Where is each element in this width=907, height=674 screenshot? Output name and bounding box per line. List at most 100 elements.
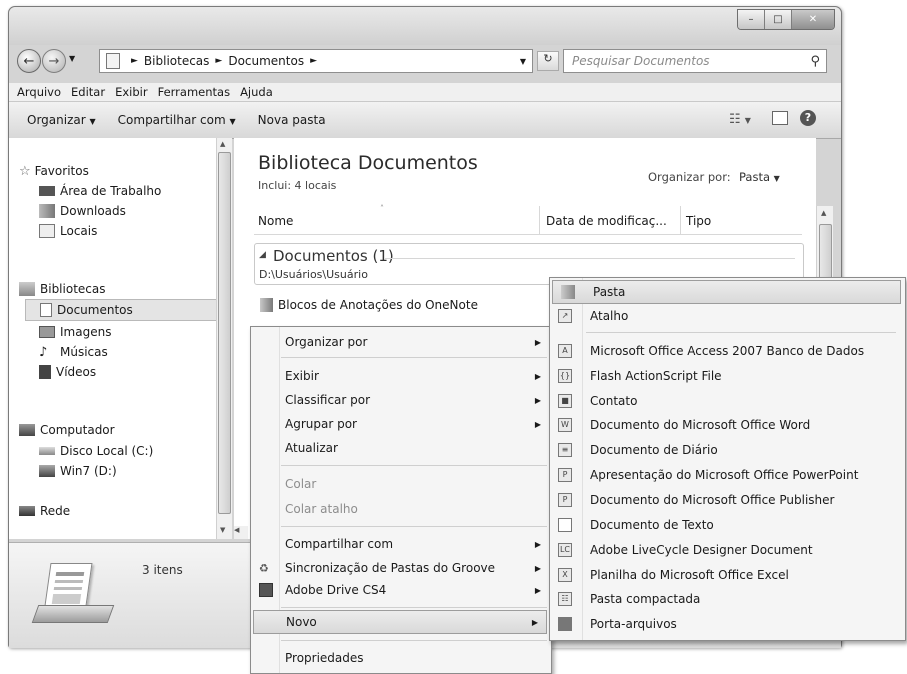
menu-exibir[interactable]: Exibir [115, 85, 148, 99]
file-row-onenote[interactable]: Blocos de Anotações do OneNote [260, 298, 478, 312]
menu-ferramentas[interactable]: Ferramentas [158, 85, 230, 99]
scroll-up-icon[interactable]: ▲ [220, 140, 225, 148]
column-header-date[interactable]: Data de modificaç... [546, 214, 667, 228]
maximize-button[interactable]: □ [765, 10, 792, 29]
minimize-button[interactable]: – [738, 10, 765, 29]
column-divider[interactable] [539, 206, 540, 234]
sidebar-network[interactable]: Rede [19, 500, 225, 522]
journal-icon: ≡ [558, 443, 572, 457]
back-button[interactable]: ← [17, 49, 41, 73]
document-preview-base [31, 605, 115, 623]
new-shortcut-item[interactable]: ↗ Atalho [550, 304, 903, 328]
scroll-left-icon[interactable]: ◀ [234, 526, 248, 539]
sidebar-item-disk-d[interactable]: Win7 (D:) [39, 460, 245, 482]
preview-pane-icon[interactable] [772, 111, 788, 125]
breadcrumb-documentos[interactable]: Documentos [228, 54, 304, 68]
menu-item-label: Pasta compactada [590, 592, 701, 606]
collapse-arrow-icon[interactable]: ◢ [259, 250, 266, 260]
sidebar-item-musicas[interactable]: ♪ Músicas [39, 341, 245, 363]
sidebar-item-desktop[interactable]: Área de Trabalho [39, 180, 245, 202]
menu-ajuda[interactable]: Ajuda [240, 85, 273, 99]
sidebar-computer[interactable]: Computador [19, 419, 225, 441]
new-contact-item[interactable]: ■ Contato [550, 389, 903, 413]
menu-item-view[interactable]: Exibir ▶ [251, 364, 549, 388]
sidebar-item-videos[interactable]: Vídeos [39, 361, 245, 383]
recent-pages-dropdown[interactable]: ▼ [69, 54, 75, 63]
zip-folder-icon: ☷ [558, 592, 572, 606]
menu-item-label: Compartilhar com [285, 537, 394, 551]
sidebar-label: Vídeos [56, 365, 97, 379]
sidebar-label: Imagens [60, 325, 112, 339]
new-excel-item[interactable]: X Planilha do Microsoft Office Excel [550, 563, 903, 587]
address-bar[interactable]: ► Bibliotecas ► Documentos ► ▼ [99, 49, 533, 73]
menu-item-paste-shortcut[interactable]: Colar atalho [251, 497, 549, 521]
menu-item-label: Colar atalho [285, 502, 358, 516]
nav-scrollbar-thumb[interactable] [218, 152, 231, 514]
new-publisher-item[interactable]: P Documento do Microsoft Office Publisher [550, 488, 903, 512]
sidebar-item-downloads[interactable]: Downloads [39, 200, 245, 222]
new-actionscript-item[interactable]: {} Flash ActionScript File [550, 364, 903, 388]
new-journal-document-item[interactable]: ≡ Documento de Diário [550, 438, 903, 462]
menu-item-properties[interactable]: Propriedades [251, 646, 549, 670]
menu-item-refresh[interactable]: Atualizar [251, 436, 549, 460]
new-briefcase-item[interactable]: Porta-arquivos [550, 612, 903, 636]
sidebar-item-locais[interactable]: Locais [39, 220, 245, 242]
contact-icon: ■ [558, 394, 572, 408]
menu-item-share-with[interactable]: Compartilhar com ▶ [251, 532, 549, 556]
breadcrumb-arrow-icon: ► [215, 56, 223, 66]
forward-button[interactable]: → [42, 49, 66, 73]
sidebar-label: Downloads [60, 204, 126, 218]
sidebar-item-imagens[interactable]: Imagens [39, 321, 245, 343]
menu-item-organize-by[interactable]: Organizar por ▶ [251, 330, 549, 354]
sidebar-label: Win7 (D:) [60, 464, 117, 478]
menu-editar[interactable]: Editar [71, 85, 105, 99]
new-livecycle-item[interactable]: LC Adobe LiveCycle Designer Document [550, 538, 903, 562]
menu-item-paste[interactable]: Colar [251, 472, 549, 496]
share-label: Compartilhar com [117, 113, 226, 127]
new-word-document-item[interactable]: W Documento do Microsoft Office Word [550, 413, 903, 437]
adobe-drive-icon [259, 583, 273, 597]
search-input[interactable]: Pesquisar Documentos ⚲ [563, 49, 827, 73]
menu-item-groove-sync[interactable]: ♻ Sincronização de Pastas do Groove ▶ [251, 556, 549, 580]
scroll-down-icon[interactable]: ▼ [220, 526, 225, 534]
submenu-arrow-icon: ▶ [534, 563, 541, 573]
sidebar-libraries[interactable]: Bibliotecas [19, 278, 225, 300]
chevron-down-icon: ▼ [773, 174, 780, 183]
scroll-up-icon[interactable]: ▲ [821, 209, 826, 217]
library-locations-link[interactable]: Inclui: 4 locais [258, 179, 336, 192]
close-button[interactable]: ✕ [792, 10, 834, 29]
menu-item-new[interactable]: Novo ▶ [253, 610, 547, 634]
menu-item-label: Porta-arquivos [590, 617, 677, 631]
view-options-icon[interactable]: ☷ ▼ [729, 112, 751, 127]
column-header-name[interactable]: Nome [258, 214, 293, 228]
arrange-by-dropdown[interactable]: Pasta ▼ [739, 170, 780, 184]
menu-arquivo[interactable]: Arquivo [17, 85, 61, 99]
help-icon[interactable]: ? [800, 110, 816, 126]
menu-item-label: Adobe Drive CS4 [285, 583, 387, 597]
nav-scrollbar[interactable]: ▲ ▼ [216, 138, 232, 539]
new-folder-item[interactable]: Pasta [552, 280, 901, 304]
text-file-icon [558, 518, 572, 532]
menu-item-sort-by[interactable]: Classificar por ▶ [251, 388, 549, 412]
sidebar-item-disk-c[interactable]: Disco Local (C:) [39, 440, 245, 462]
column-header-type[interactable]: Tipo [686, 214, 711, 228]
menu-item-group-by[interactable]: Agrupar por ▶ [251, 412, 549, 436]
sort-ascending-icon: ˄ [380, 204, 384, 213]
search-icon[interactable]: ⚲ [810, 54, 820, 69]
new-powerpoint-item[interactable]: P Apresentação do Microsoft Office PowerP… [550, 463, 903, 487]
new-zip-folder-item[interactable]: ☷ Pasta compactada [550, 587, 903, 611]
share-button[interactable]: Compartilhar com ▼ [118, 113, 236, 127]
sidebar-favorites[interactable]: ☆ Favoritos [19, 160, 225, 182]
new-folder-button[interactable]: Nova pasta [258, 113, 326, 127]
menu-item-adobe-drive[interactable]: Adobe Drive CS4 ▶ [251, 578, 549, 602]
new-text-document-item[interactable]: Documento de Texto [550, 513, 903, 537]
access-icon: A [558, 344, 572, 358]
chevron-down-icon: ▼ [89, 117, 96, 126]
address-dropdown-icon[interactable]: ▼ [520, 57, 526, 66]
column-divider[interactable] [680, 206, 681, 234]
refresh-button[interactable]: ↻ [537, 51, 559, 71]
organize-button[interactable]: Organizar ▼ [27, 113, 96, 127]
breadcrumb-bibliotecas[interactable]: Bibliotecas [144, 54, 209, 68]
sidebar-item-documentos[interactable]: Documentos [25, 299, 231, 321]
new-access-database-item[interactable]: A Microsoft Office Access 2007 Banco de D… [550, 339, 903, 363]
